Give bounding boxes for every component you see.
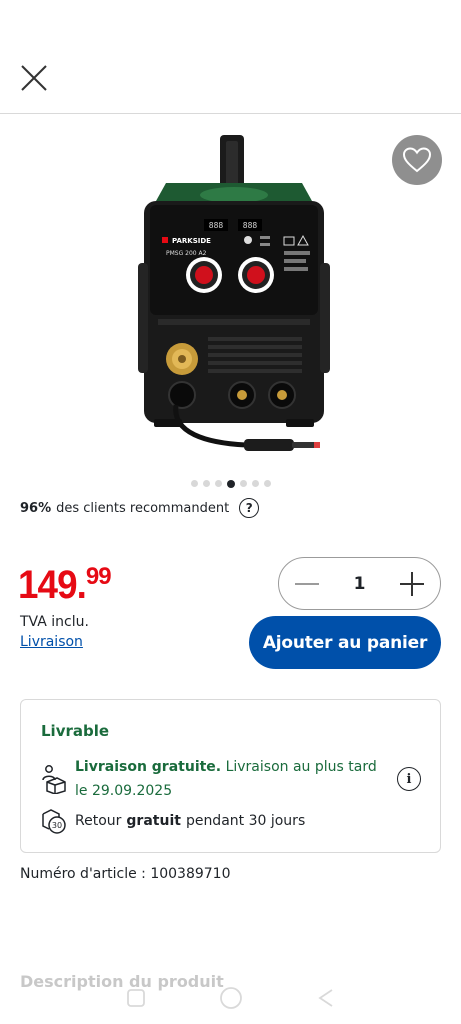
display-right-value: 888 bbox=[243, 221, 258, 230]
help-button[interactable]: ? bbox=[239, 498, 260, 518]
product-image[interactable]: 888 888 PARKSIDE PMSG 200 A2 bbox=[136, 133, 332, 458]
price-cents: 99 bbox=[85, 563, 112, 590]
carousel-dot-active[interactable] bbox=[226, 479, 235, 488]
model-label: PMSG 200 A2 bbox=[166, 250, 207, 257]
price-main: 149. bbox=[18, 563, 87, 607]
return-bold: gratuit bbox=[126, 813, 181, 829]
price: 149. 99 bbox=[18, 563, 112, 607]
system-nav-bar bbox=[0, 978, 461, 1018]
back-icon[interactable] bbox=[316, 988, 336, 1008]
close-button[interactable] bbox=[18, 62, 50, 94]
recommend-percent: 96% bbox=[20, 500, 52, 516]
return-days: 30 bbox=[52, 821, 62, 830]
carousel-dot[interactable] bbox=[251, 480, 259, 487]
article-number: Numéro d'article : 100389710 bbox=[20, 866, 231, 882]
plus-icon bbox=[400, 571, 424, 596]
brand-label: PARKSIDE bbox=[172, 237, 211, 245]
shipping-row: Livraison gratuite. Livraison au plus ta… bbox=[39, 755, 419, 803]
recent-apps-icon[interactable] bbox=[126, 988, 146, 1008]
heart-icon bbox=[402, 147, 432, 173]
decrease-button[interactable] bbox=[293, 570, 321, 598]
availability-card: Livrable Livraison gratuite. Livraison a… bbox=[20, 699, 441, 853]
carousel-dot[interactable] bbox=[239, 480, 247, 487]
return-suffix: pendant 30 jours bbox=[185, 813, 306, 829]
availability-status: Livrable bbox=[41, 722, 110, 740]
favorite-button[interactable] bbox=[392, 135, 442, 185]
carousel-dot[interactable] bbox=[214, 480, 222, 487]
tva-label: TVA inclu. bbox=[20, 614, 89, 630]
increase-button[interactable] bbox=[398, 570, 426, 598]
home-icon[interactable] bbox=[218, 985, 244, 1011]
quantity-stepper[interactable]: 1 bbox=[278, 557, 441, 610]
carousel-dot[interactable] bbox=[263, 480, 271, 487]
product-gallery[interactable]: 888 888 PARKSIDE PMSG 200 A2 bbox=[0, 115, 461, 465]
delivery-box-icon bbox=[42, 765, 66, 794]
return-row: 30 Retour gratuit pendant 30 jours bbox=[39, 808, 305, 834]
quantity-value[interactable]: 1 bbox=[354, 574, 366, 594]
recommend-text: des clients recommandent bbox=[56, 500, 230, 516]
carousel-dot[interactable] bbox=[190, 480, 198, 487]
top-bar bbox=[0, 0, 461, 114]
minus-icon bbox=[295, 582, 319, 585]
recommendation-line: 96% des clients recommandent ? bbox=[20, 497, 260, 519]
return-30-days-icon: 30 bbox=[42, 809, 66, 834]
info-button[interactable]: i bbox=[397, 767, 421, 791]
add-to-cart-button[interactable]: Ajouter au panier bbox=[249, 616, 441, 669]
carousel-dots[interactable] bbox=[0, 479, 461, 488]
display-left-value: 888 bbox=[209, 221, 224, 230]
return-prefix: Retour bbox=[75, 813, 122, 829]
close-icon bbox=[21, 65, 47, 91]
delivery-link[interactable]: Livraison bbox=[20, 634, 83, 650]
shipping-bold: Livraison gratuite. bbox=[75, 759, 222, 775]
carousel-dot[interactable] bbox=[202, 480, 210, 487]
shipping-text: Livraison gratuite. Livraison au plus ta… bbox=[75, 755, 385, 803]
